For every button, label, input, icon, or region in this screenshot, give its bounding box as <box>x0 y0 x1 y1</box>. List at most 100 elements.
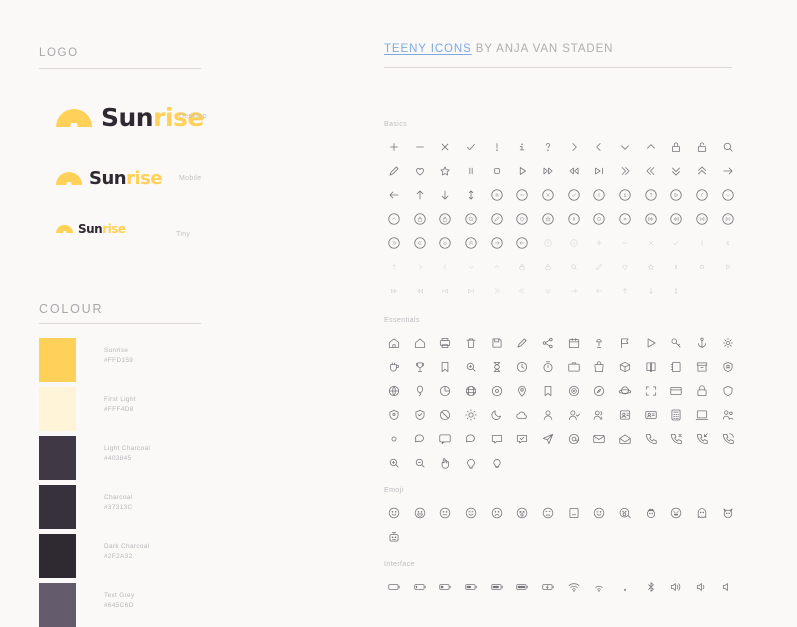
question-small-icon[interactable] <box>381 255 407 279</box>
chevrons-up-icon[interactable] <box>689 159 715 183</box>
home-icon[interactable] <box>381 331 407 355</box>
wifi-low-icon[interactable] <box>587 575 613 599</box>
battery-quarter-icon[interactable] <box>432 575 458 599</box>
circle-check-icon[interactable] <box>561 183 587 207</box>
send-icon[interactable] <box>638 331 664 355</box>
chat-icon[interactable] <box>407 427 433 451</box>
face-shout-icon[interactable] <box>612 501 638 525</box>
mail-open-icon[interactable] <box>612 427 638 451</box>
box-icon[interactable] <box>612 355 638 379</box>
circle-arrow-up-icon[interactable] <box>535 231 561 255</box>
arrow-up-small-icon[interactable] <box>612 279 638 303</box>
trophy-icon[interactable] <box>407 355 433 379</box>
at-sign-icon[interactable] <box>561 427 587 451</box>
star-icon[interactable] <box>432 159 458 183</box>
exclamation-icon[interactable] <box>484 135 510 159</box>
phone-call-icon[interactable] <box>715 427 741 451</box>
volume-high-icon[interactable] <box>664 575 690 599</box>
target-icon[interactable] <box>561 379 587 403</box>
circle-pause-icon[interactable] <box>561 207 587 231</box>
teeny-icons-link[interactable]: TEENY ICONS <box>384 43 472 55</box>
chevron-up-small-icon[interactable] <box>484 255 510 279</box>
arrow-down-small-icon[interactable] <box>638 279 664 303</box>
bookmark-icon[interactable] <box>432 355 458 379</box>
user-icon[interactable] <box>535 403 561 427</box>
circle-info-icon[interactable] <box>612 183 638 207</box>
face-hat-icon[interactable] <box>638 501 664 525</box>
pencil-icon[interactable] <box>381 159 407 183</box>
battery-empty-icon[interactable] <box>381 575 407 599</box>
circle-chevron-up-icon[interactable] <box>381 207 407 231</box>
lightbulb-icon[interactable] <box>484 451 510 475</box>
id-card-icon[interactable] <box>638 403 664 427</box>
chevrons-right-small-icon[interactable] <box>484 279 510 303</box>
face-robot-icon[interactable] <box>381 525 407 549</box>
arrow-right-small-icon[interactable] <box>561 279 587 303</box>
circle-lock-icon[interactable] <box>407 207 433 231</box>
volume-low-icon[interactable] <box>715 575 741 599</box>
circle-star-icon[interactable] <box>535 207 561 231</box>
question-icon[interactable] <box>535 135 561 159</box>
arrows-vertical-small-icon[interactable] <box>664 279 690 303</box>
search-icon[interactable] <box>715 135 741 159</box>
timer-icon[interactable] <box>535 355 561 379</box>
fast-forward-icon[interactable] <box>535 159 561 183</box>
clock-icon[interactable] <box>509 355 535 379</box>
face-neutral-icon[interactable] <box>432 501 458 525</box>
circle-arrow-right-icon[interactable] <box>484 231 510 255</box>
chevrons-right-icon[interactable] <box>612 159 638 183</box>
face-dizzy-icon[interactable] <box>509 501 535 525</box>
print-icon[interactable] <box>432 331 458 355</box>
save-icon[interactable] <box>484 331 510 355</box>
edit-icon[interactable] <box>509 331 535 355</box>
check-small-icon[interactable] <box>664 231 690 255</box>
phone-incoming-icon[interactable] <box>689 427 715 451</box>
arrows-vertical-icon[interactable] <box>458 183 484 207</box>
settings-icon[interactable] <box>715 331 741 355</box>
stop-small-icon[interactable] <box>689 255 715 279</box>
forbidden-icon[interactable] <box>432 403 458 427</box>
circle-chevron-left-icon[interactable] <box>689 183 715 207</box>
face-ghost-icon[interactable] <box>689 501 715 525</box>
circle-chevron-down-icon[interactable] <box>715 183 741 207</box>
face-blank-icon[interactable] <box>561 501 587 525</box>
search-small-icon[interactable] <box>561 255 587 279</box>
contact-icon[interactable] <box>612 403 638 427</box>
cloud-icon[interactable] <box>509 403 535 427</box>
chevron-up-icon[interactable] <box>638 135 664 159</box>
circle-stop-icon[interactable] <box>587 207 613 231</box>
shield-check-icon[interactable] <box>407 403 433 427</box>
circle-pencil-icon[interactable] <box>484 207 510 231</box>
pencil-small-icon[interactable] <box>587 255 613 279</box>
circle-unlock-icon[interactable] <box>432 207 458 231</box>
balloon-icon[interactable] <box>407 379 433 403</box>
info-icon[interactable] <box>509 135 535 159</box>
arrow-up-icon[interactable] <box>407 183 433 207</box>
world-icon[interactable] <box>458 379 484 403</box>
circle-chevrons-left-icon[interactable] <box>407 231 433 255</box>
arrow-right-icon[interactable] <box>715 159 741 183</box>
arrow-left-small-icon[interactable] <box>587 279 613 303</box>
mail-icon[interactable] <box>587 427 613 451</box>
stop-icon[interactable] <box>484 159 510 183</box>
briefcase-icon[interactable] <box>561 355 587 379</box>
circle-exclamation-icon[interactable] <box>587 183 613 207</box>
face-sick-icon[interactable] <box>535 501 561 525</box>
chevron-down-icon[interactable] <box>612 135 638 159</box>
lamp-icon[interactable] <box>587 331 613 355</box>
unlock-icon[interactable] <box>689 135 715 159</box>
circle-fast-forward-icon[interactable] <box>638 207 664 231</box>
battery-half-icon[interactable] <box>458 575 484 599</box>
record-icon[interactable] <box>381 427 407 451</box>
minus-small-icon[interactable] <box>612 231 638 255</box>
archive-icon[interactable] <box>689 355 715 379</box>
minus-icon[interactable] <box>407 135 433 159</box>
chevron-left-small-icon[interactable] <box>432 255 458 279</box>
chat-bubble-icon[interactable] <box>458 427 484 451</box>
lock-small-icon[interactable] <box>509 255 535 279</box>
home-alt-icon[interactable] <box>407 331 433 355</box>
pin-icon[interactable] <box>509 379 535 403</box>
cup-icon[interactable] <box>381 355 407 379</box>
face-grin-icon[interactable] <box>407 501 433 525</box>
face-happy-icon[interactable] <box>458 501 484 525</box>
